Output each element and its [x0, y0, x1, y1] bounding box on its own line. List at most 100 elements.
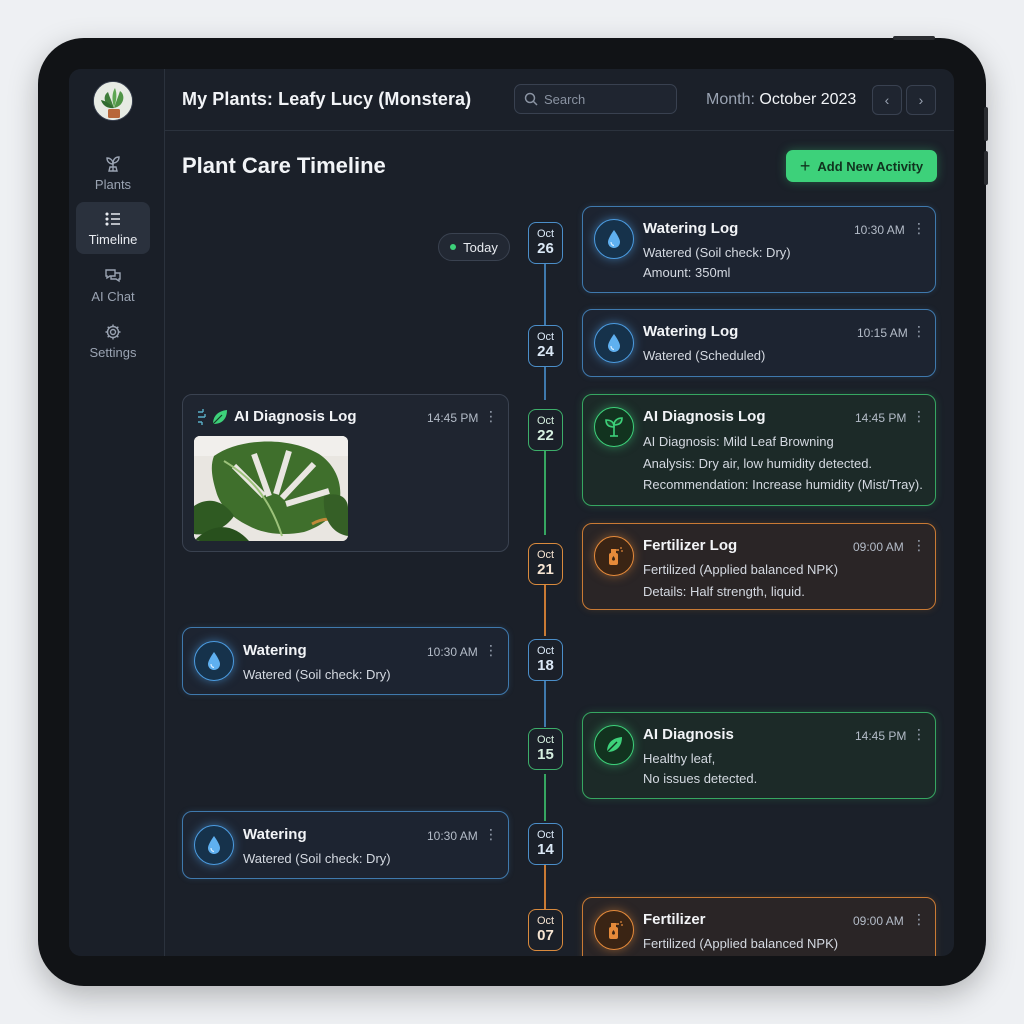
month-value: October 2023 [759, 91, 857, 108]
date-chip[interactable]: Oct 07 [528, 909, 563, 951]
fertilizer-spray-icon [594, 910, 634, 950]
card-detail: AI Diagnosis: Mild Leaf Browning [643, 434, 834, 449]
card-detail: Watered (Soil check: Dry) [243, 667, 391, 682]
sidebar-item-label: Settings [89, 344, 137, 360]
tablet-top-button [893, 36, 935, 40]
today-label: Today [463, 239, 498, 255]
sidebar-item-plants[interactable]: Plants [76, 147, 150, 199]
card-detail: Watered (Soil check: Dry) [243, 851, 391, 866]
search-input[interactable] [544, 91, 664, 107]
date-day: 07 [537, 926, 554, 944]
activity-card-diagnosis-photo[interactable]: AI Diagnosis Log 14:45 PM ⋮ [182, 394, 509, 552]
sidebar-item-settings[interactable]: Settings [76, 315, 150, 367]
more-options-icon[interactable]: ⋮ [912, 323, 926, 340]
more-options-icon[interactable]: ⋮ [484, 408, 498, 425]
card-title: Fertilizer Log [643, 537, 738, 554]
card-detail: Fertilized (Applied balanced NPK) [643, 562, 839, 577]
card-title: Watering Log [643, 220, 739, 237]
card-detail: No issues detected. [643, 771, 758, 786]
chat-icon [105, 268, 121, 282]
timeline-connector [544, 451, 546, 535]
chevron-left-icon: ‹ [884, 92, 890, 108]
activity-card-watering[interactable]: Watering Log 10:30 AM ⋮ Watered (Soil ch… [582, 206, 936, 293]
card-title: Watering [243, 642, 307, 659]
card-title: AI Diagnosis Log [643, 408, 766, 425]
more-options-icon[interactable]: ⋮ [912, 911, 926, 928]
next-month-button[interactable]: › [906, 85, 936, 115]
more-options-icon[interactable]: ⋮ [484, 642, 498, 659]
add-new-activity-button[interactable]: + Add New Activity [786, 150, 937, 182]
more-options-icon[interactable]: ⋮ [484, 826, 498, 843]
list-icon [105, 211, 120, 226]
sidebar-item-label: AI Chat [91, 288, 135, 304]
card-detail: Fertilized (Applied balanced NPK) [643, 936, 839, 951]
water-drop-icon [594, 323, 634, 363]
date-chip[interactable]: Oct 22 [528, 409, 563, 451]
activity-card-diagnosis[interactable]: AI Diagnosis Log 14:45 PM ⋮ AI Diagnosis… [582, 394, 936, 506]
date-day: 26 [537, 239, 554, 257]
card-time: 09:00 AM [853, 540, 904, 554]
card-detail: Details: Half strength, liquid. [643, 584, 805, 599]
activity-card-fertilizer[interactable]: Fertilizer Log 09:00 AM ⋮ Fertilized (Ap… [582, 523, 936, 610]
card-time: 10:30 AM [854, 223, 905, 237]
activity-card-watering[interactable]: Watering Log 10:15 AM ⋮ Watered (Schedul… [582, 309, 936, 377]
timeline-connector [544, 864, 546, 910]
tablet-volume-button [984, 151, 988, 185]
gear-icon [105, 324, 121, 339]
activity-card-watering[interactable]: Watering 10:30 AM ⋮ Watered (Soil check:… [182, 627, 509, 695]
card-time: 09:00 AM [853, 914, 904, 928]
activity-card-fertilizer[interactable]: Fertilizer 09:00 AM ⋮ Fertilized (Applie… [582, 897, 936, 956]
card-detail: Analysis: Dry air, low humidity detected… [643, 456, 873, 471]
page-title: Plant Care Timeline [182, 153, 386, 178]
search-box[interactable] [514, 84, 677, 114]
card-time: 14:45 PM [427, 411, 479, 425]
card-detail: Recommendation: Increase humidity (Mist/… [643, 477, 923, 492]
date-chip[interactable]: Oct 14 [528, 823, 563, 865]
card-title: AI Diagnosis Log [234, 408, 357, 425]
card-time: 10:30 AM [427, 645, 478, 659]
sprout-icon [106, 155, 120, 172]
more-options-icon[interactable]: ⋮ [912, 408, 926, 425]
date-day: 24 [537, 342, 554, 360]
water-drop-icon [594, 219, 634, 259]
plant-title: My Plants: Leafy Lucy (Monstera) [182, 89, 472, 109]
date-chip[interactable]: Oct 15 [528, 728, 563, 770]
timeline-connector [544, 680, 546, 727]
chevron-right-icon: › [918, 92, 924, 108]
card-detail: Watered (Scheduled) [643, 348, 766, 363]
water-drop-icon [194, 825, 234, 865]
card-title: Fertilizer [643, 911, 706, 928]
today-indicator[interactable]: Today [438, 233, 510, 261]
timeline-connector [544, 774, 546, 821]
date-day: 21 [537, 560, 554, 578]
top-bar: My Plants: Leafy Lucy (Monstera) Month: … [165, 69, 954, 131]
app-screen: Plants Timeline AI Chat Settings My Plan… [69, 69, 954, 956]
more-options-icon[interactable]: ⋮ [912, 537, 926, 554]
card-detail: Amount: 350ml [643, 265, 731, 280]
plant-avatar[interactable] [93, 81, 133, 121]
date-chip[interactable]: Oct 26 [528, 222, 563, 264]
tablet-volume-button [984, 107, 988, 141]
activity-card-watering[interactable]: Watering 10:30 AM ⋮ Watered (Soil check:… [182, 811, 509, 879]
sidebar-item-timeline[interactable]: Timeline [76, 202, 150, 254]
fertilizer-spray-icon [594, 536, 634, 576]
date-chip[interactable]: Oct 18 [528, 639, 563, 681]
sprout-icon [594, 407, 634, 447]
more-options-icon[interactable]: ⋮ [912, 220, 926, 237]
timeline-connector [544, 367, 546, 400]
card-title: Watering [243, 826, 307, 843]
previous-month-button[interactable]: ‹ [872, 85, 902, 115]
card-time: 10:15 AM [857, 326, 908, 340]
month-label: Month: [706, 91, 755, 108]
card-detail: Healthy leaf, [643, 751, 716, 766]
date-chip[interactable]: Oct 21 [528, 543, 563, 585]
activity-card-diagnosis[interactable]: AI Diagnosis 14:45 PM ⋮ Healthy leaf, No… [582, 712, 936, 799]
month-selector: Month: October 2023 [706, 91, 856, 109]
date-day: 14 [537, 840, 554, 858]
date-chip[interactable]: Oct 24 [528, 325, 563, 367]
plant-leaf-photo[interactable] [194, 436, 348, 541]
more-options-icon[interactable]: ⋮ [912, 726, 926, 743]
sidebar-item-label: Timeline [88, 231, 138, 247]
sidebar-item-ai-chat[interactable]: AI Chat [76, 259, 150, 311]
sidebar: Plants Timeline AI Chat Settings [69, 69, 165, 956]
